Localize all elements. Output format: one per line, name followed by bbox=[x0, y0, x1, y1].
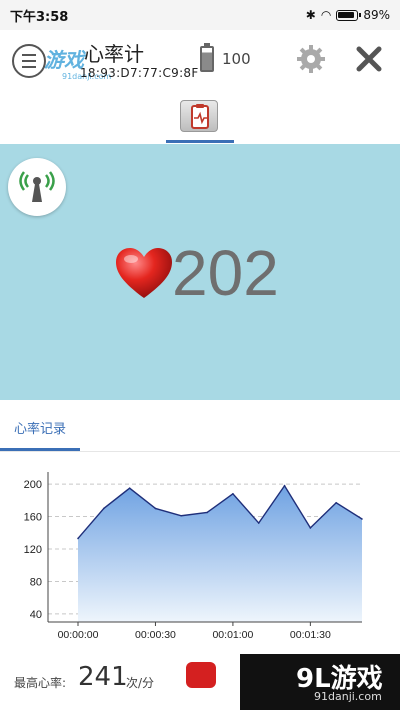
record-tab-indicator bbox=[0, 448, 80, 451]
record-tab-bar: 心率记录 bbox=[0, 400, 400, 452]
device-battery-value: 100 bbox=[222, 50, 251, 68]
heart-rate-panel: 202 bbox=[0, 144, 400, 400]
battery-status-icon bbox=[336, 9, 362, 21]
data-point bbox=[206, 511, 208, 514]
heart-icon bbox=[116, 248, 172, 298]
menu-button[interactable] bbox=[12, 44, 46, 78]
data-point bbox=[77, 537, 79, 540]
y-tick-label: 160 bbox=[24, 512, 42, 524]
x-tick-label: 00:00:30 bbox=[135, 629, 176, 641]
y-tick-label: 120 bbox=[24, 544, 42, 556]
device-battery-icon bbox=[200, 43, 214, 72]
tab-bar bbox=[0, 92, 400, 144]
watermark-logo: 游戏 bbox=[44, 48, 84, 72]
status-icons: ✱ ◠ 89% bbox=[306, 8, 390, 22]
data-point bbox=[232, 493, 234, 495]
watermark-badge: 9L游戏 91danji.com bbox=[240, 654, 400, 710]
menu-icon bbox=[22, 54, 36, 56]
watermark-badge-url: 91danji.com bbox=[314, 690, 382, 703]
y-tick-label: 200 bbox=[24, 479, 42, 491]
max-heart-rate-unit: 次/分 bbox=[126, 676, 155, 690]
tab-heart-rate-record[interactable]: 心率记录 bbox=[14, 418, 66, 437]
data-point bbox=[257, 522, 260, 524]
y-tick-label: 40 bbox=[30, 609, 42, 621]
settings-gear-icon[interactable] bbox=[296, 44, 326, 74]
clipboard-pulse-icon bbox=[191, 104, 209, 129]
x-tick-label: 00:01:00 bbox=[212, 629, 253, 641]
area-fill bbox=[78, 485, 362, 622]
status-time: 下午3:58 bbox=[10, 9, 69, 25]
wifi-icon: ◠ bbox=[320, 8, 332, 22]
device-address: 18:93:D7:77:C9:8F bbox=[80, 66, 199, 80]
x-tick-label: 00:00:00 bbox=[58, 629, 99, 641]
page-title: 心率计 bbox=[84, 42, 144, 66]
close-icon[interactable] bbox=[354, 44, 384, 74]
heart-rate-value: 202 bbox=[172, 237, 279, 309]
active-tab-indicator bbox=[166, 140, 234, 143]
max-heart-rate-label: 最高心率: bbox=[14, 676, 67, 690]
heart-rate-chart: 200 160 120 80 40 00:00:00 00:00:30 00:01:00 00:… bbox=[24, 472, 363, 641]
status-bar: 下午3:58 ✱ ◠ 89% bbox=[0, 0, 400, 30]
data-point bbox=[361, 518, 363, 520]
tab-heart-monitor[interactable] bbox=[180, 100, 218, 132]
connection-button[interactable] bbox=[8, 158, 66, 216]
record-button[interactable] bbox=[186, 662, 216, 688]
data-point bbox=[128, 487, 131, 489]
x-tick-label: 00:01:30 bbox=[290, 629, 331, 641]
app-header: 游戏 91danji.com 心率计 18:93:D7:77:C9:8F 100 bbox=[0, 30, 400, 92]
data-point bbox=[103, 507, 105, 510]
battery-percent: 89% bbox=[363, 8, 390, 22]
data-point bbox=[283, 484, 286, 487]
footer: 最高心率: 241 次/分 9L游戏 91danji.com bbox=[0, 650, 400, 710]
data-point bbox=[309, 527, 312, 529]
bluetooth-icon: ✱ bbox=[305, 8, 316, 22]
data-point bbox=[154, 507, 157, 510]
y-tick-label: 80 bbox=[30, 576, 42, 588]
signal-tower-icon bbox=[19, 171, 55, 202]
max-heart-rate-value: 241 bbox=[78, 662, 128, 692]
data-point bbox=[335, 501, 337, 504]
data-point bbox=[180, 514, 183, 517]
